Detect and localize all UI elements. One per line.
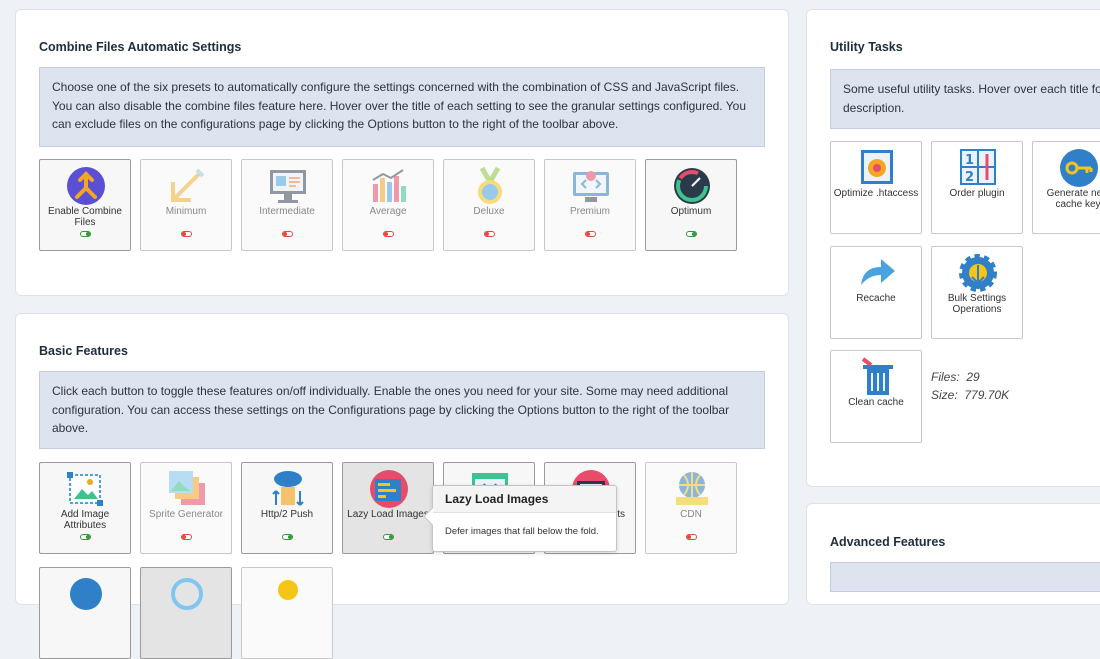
size-label: Size: bbox=[931, 388, 958, 402]
bulb-icon bbox=[278, 580, 298, 600]
tile-label: Minimum bbox=[165, 206, 207, 217]
sprite-generator-icon bbox=[169, 471, 205, 505]
tile-sprite-generator[interactable]: Sprite Generator bbox=[140, 462, 232, 554]
combine-files-description: Choose one of the six presets to automat… bbox=[39, 67, 765, 147]
tile-row2-3[interactable] bbox=[241, 567, 333, 659]
tile-add-image-attributes[interactable]: Add Image Attributes bbox=[39, 462, 131, 554]
tile-label: Add Image Attributes bbox=[60, 509, 110, 531]
svg-text:1: 1 bbox=[965, 153, 974, 168]
tile-cdn[interactable]: CDN bbox=[645, 462, 737, 554]
tooltip-body: Defer images that fall below the fold. bbox=[445, 526, 599, 537]
files-value: 29 bbox=[966, 370, 980, 384]
tile-label: Generate new cache key bbox=[1046, 188, 1100, 210]
tile-label: Bulk Settings Operations bbox=[947, 293, 1007, 315]
tile-label: CDN bbox=[680, 509, 702, 520]
toggle-on-icon[interactable] bbox=[686, 231, 697, 237]
advanced-features-description bbox=[830, 562, 1100, 592]
tile-intermediate[interactable]: Intermediate bbox=[241, 159, 333, 251]
toggle-off-icon[interactable] bbox=[383, 231, 394, 237]
tooltip-title: Lazy Load Images bbox=[433, 486, 616, 513]
cache-key-icon bbox=[1060, 149, 1098, 187]
tile-label: Sprite Generator bbox=[149, 509, 223, 520]
size-value: 779.70K bbox=[964, 388, 1010, 402]
cdn-icon bbox=[676, 472, 708, 505]
toggle-off-icon[interactable] bbox=[686, 534, 697, 540]
toggle-on-icon[interactable] bbox=[282, 534, 293, 540]
tile-label: Optimize .htaccess bbox=[833, 188, 919, 199]
tile-label: ts bbox=[617, 509, 625, 520]
toggle-on-icon[interactable] bbox=[383, 534, 394, 540]
toggle-on-icon[interactable] bbox=[80, 231, 91, 237]
toggle-off-icon[interactable] bbox=[181, 534, 192, 540]
toggle-off-icon[interactable] bbox=[585, 231, 596, 237]
utility-description-line1: Some useful utility tasks. Hover over ea… bbox=[843, 82, 1100, 96]
lazy-load-icon bbox=[370, 470, 408, 508]
deluxe-medal-icon bbox=[478, 166, 502, 204]
optimum-gauge-icon bbox=[674, 168, 710, 204]
premium-code-icon bbox=[573, 171, 609, 202]
utility-recache[interactable]: Recache bbox=[830, 246, 922, 339]
svg-text:2: 2 bbox=[965, 170, 974, 185]
tile-enable-combine-files[interactable]: Enable Combine Files bbox=[39, 159, 131, 251]
files-label: Files: bbox=[931, 370, 960, 384]
utility-optimize-htaccess[interactable]: Optimize .htaccess bbox=[830, 141, 922, 234]
cache-stats: Files: 29 Size: 779.70K bbox=[931, 368, 1009, 404]
utility-tasks-title: Utility Tasks bbox=[830, 40, 903, 54]
toggle-off-icon[interactable] bbox=[181, 231, 192, 237]
image-attributes-icon bbox=[67, 472, 103, 506]
average-icon bbox=[372, 169, 406, 202]
tile-deluxe[interactable]: Deluxe bbox=[443, 159, 535, 251]
recache-arrow-icon bbox=[861, 259, 895, 285]
http2-push-icon bbox=[272, 471, 304, 506]
tile-label: Deluxe bbox=[473, 206, 505, 217]
tile-http2-push[interactable]: Http/2 Push bbox=[241, 462, 333, 554]
globe-icon bbox=[70, 578, 102, 610]
tile-average[interactable]: Average bbox=[342, 159, 434, 251]
tile-label: Recache bbox=[856, 293, 896, 304]
refresh-icon bbox=[171, 578, 203, 610]
tile-lazy-load-images[interactable]: Lazy Load Images bbox=[342, 462, 434, 554]
utility-generate-cache-key[interactable]: Generate new cache key bbox=[1032, 141, 1100, 234]
combine-files-icon bbox=[67, 167, 105, 205]
utility-description-line2: description. bbox=[843, 100, 905, 115]
tile-label: Average bbox=[369, 206, 407, 217]
tile-label: Enable Combine Files bbox=[48, 206, 122, 228]
combine-files-title: Combine Files Automatic Settings bbox=[39, 40, 242, 54]
tile-row2-2[interactable] bbox=[140, 567, 232, 659]
tile-label: Order plugin bbox=[949, 188, 1005, 199]
utility-tasks-description: Some useful utility tasks. Hover over ea… bbox=[830, 69, 1100, 129]
intermediate-icon bbox=[270, 170, 306, 203]
toggle-on-icon[interactable] bbox=[80, 534, 91, 540]
tile-label: Http/2 Push bbox=[260, 509, 314, 520]
htaccess-gear-icon bbox=[861, 150, 893, 184]
tile-label: Clean cache bbox=[848, 397, 904, 408]
basic-features-title: Basic Features bbox=[39, 344, 128, 358]
minimum-icon bbox=[171, 168, 205, 202]
tile-premium[interactable]: Premium bbox=[544, 159, 636, 251]
tile-label: Lazy Load Images bbox=[347, 509, 429, 520]
lazy-load-tooltip: Lazy Load Images Defer images that fall … bbox=[423, 485, 617, 552]
toggle-off-icon[interactable] bbox=[282, 231, 293, 237]
tile-optimum[interactable]: Optimum bbox=[645, 159, 737, 251]
tile-label: Optimum bbox=[670, 206, 712, 217]
bulk-settings-gear-icon bbox=[959, 254, 997, 292]
advanced-features-title: Advanced Features bbox=[830, 535, 946, 549]
tile-label: Premium bbox=[569, 206, 610, 217]
utility-clean-cache[interactable]: Clean cache bbox=[830, 350, 922, 443]
tile-row2-1[interactable] bbox=[39, 567, 131, 659]
basic-features-card bbox=[15, 313, 789, 605]
tile-label: Intermediate bbox=[259, 206, 315, 217]
utility-bulk-settings[interactable]: Bulk Settings Operations bbox=[931, 246, 1023, 339]
tile-minimum[interactable]: Minimum bbox=[140, 159, 232, 251]
basic-features-description: Click each button to toggle these featur… bbox=[39, 371, 765, 449]
toggle-off-icon[interactable] bbox=[484, 231, 495, 237]
order-plugin-icon: 12 bbox=[960, 149, 996, 185]
clean-cache-icon bbox=[861, 357, 893, 395]
utility-order-plugin[interactable]: 12 Order plugin bbox=[931, 141, 1023, 234]
